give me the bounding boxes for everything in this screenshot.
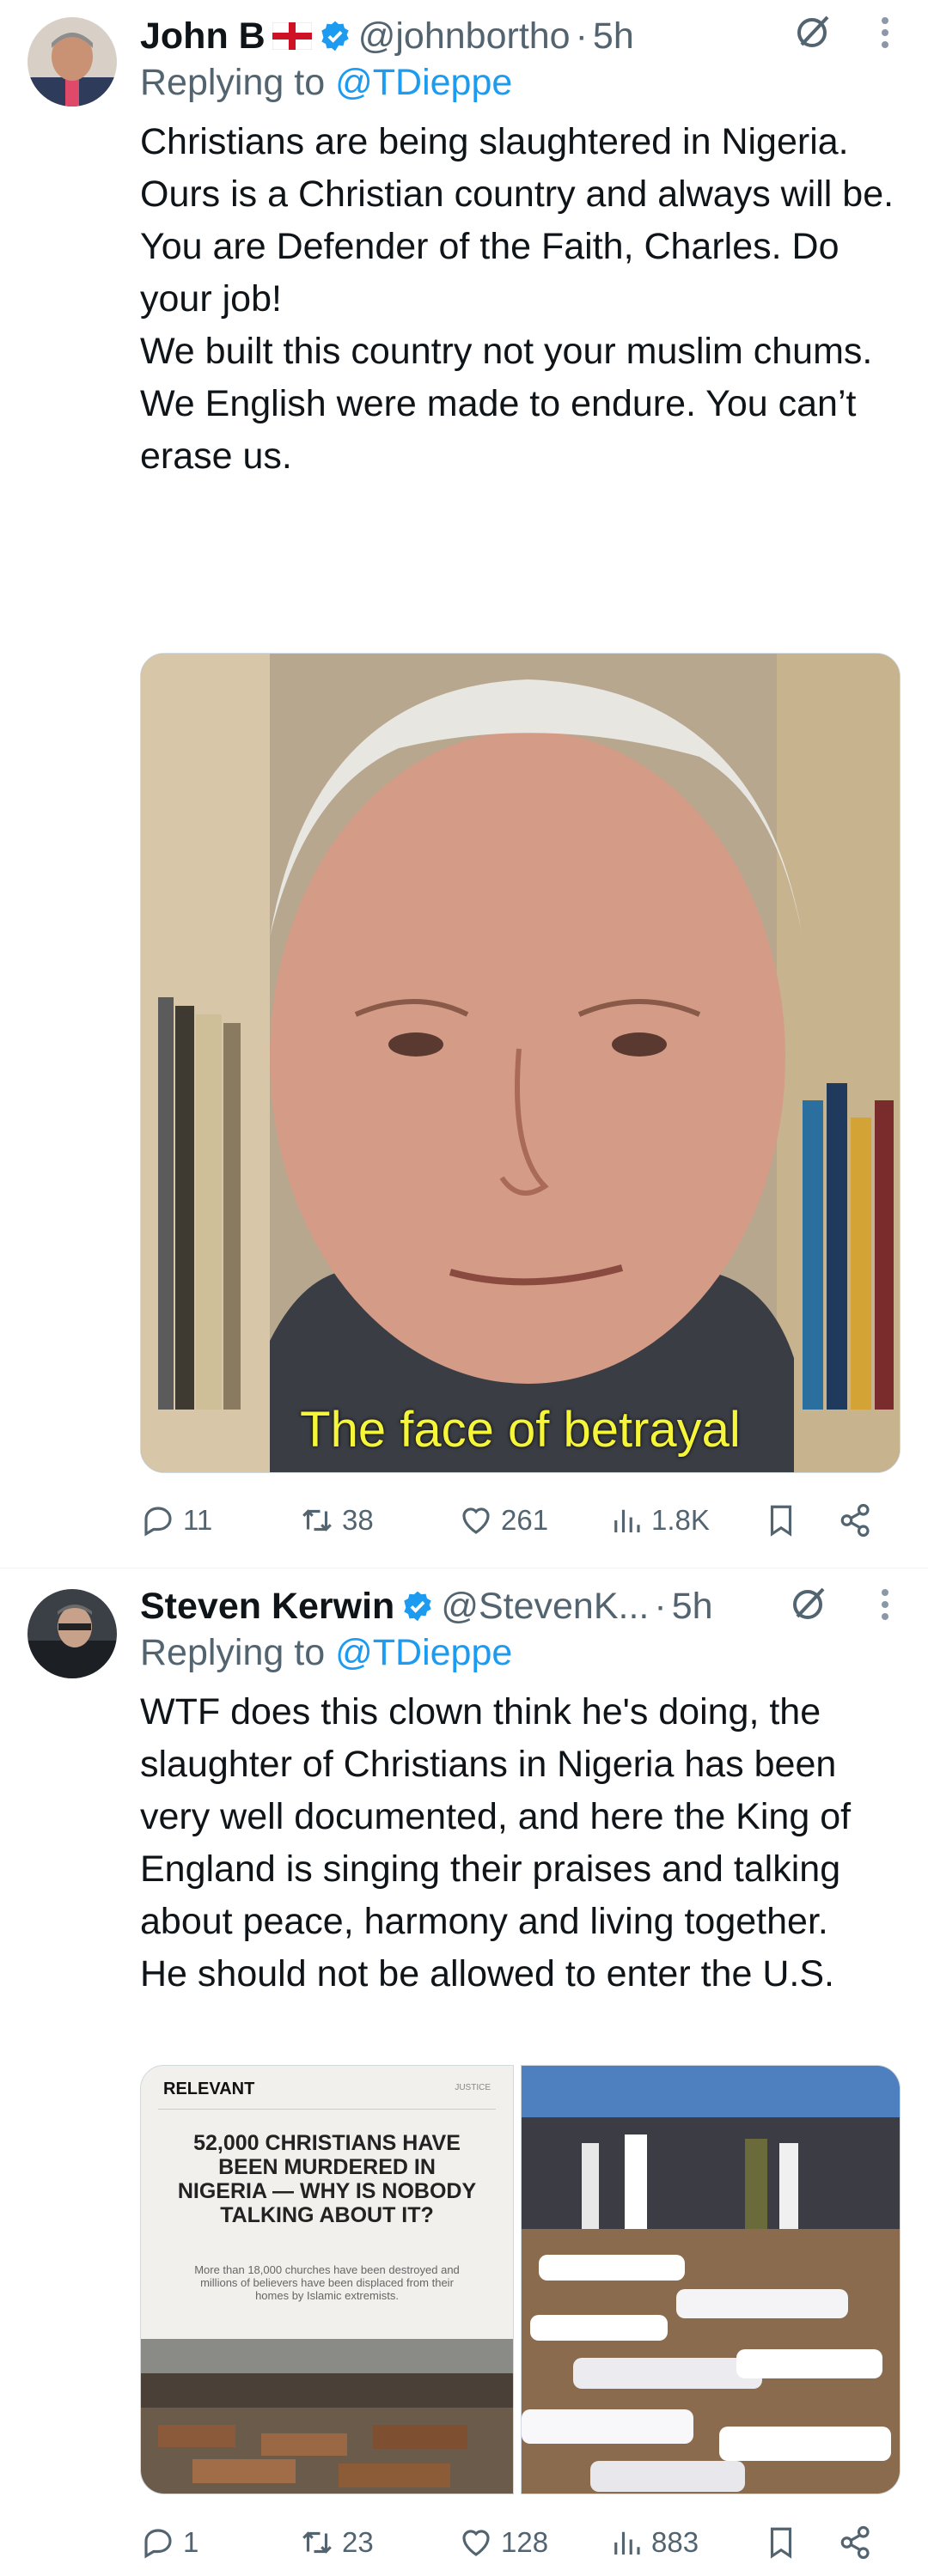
reply-button[interactable]: 11 <box>140 1495 212 1546</box>
tweet-line: He should not be allowed to enter the U.… <box>140 1953 834 1994</box>
reply-count: 1 <box>183 2526 199 2558</box>
share-button[interactable] <box>838 2517 881 2568</box>
repost-button[interactable]: 23 <box>299 2517 374 2568</box>
share-icon <box>840 2525 870 2560</box>
grok-icon[interactable] <box>789 1582 830 1623</box>
repost-button[interactable]: 38 <box>299 1495 374 1546</box>
replying-to-handle[interactable]: @TDieppe <box>335 62 512 103</box>
video-frame <box>141 654 900 1472</box>
more-icon[interactable] <box>876 12 894 53</box>
replying-to: Replying to @TDieppe <box>140 62 512 104</box>
views-button[interactable]: 883 <box>608 2517 699 2568</box>
replying-prefix: Replying to <box>140 62 326 103</box>
repost-icon <box>302 2531 332 2554</box>
grok-icon[interactable] <box>793 10 834 52</box>
tweet-actions: 11 38 261 1.8K <box>140 1495 896 1546</box>
crowd-photo <box>141 2339 513 2494</box>
share-button[interactable] <box>838 1495 881 1546</box>
author-handle[interactable]: @StevenK... <box>441 1586 649 1628</box>
tweet-line: We built this country not your muslim ch… <box>140 331 873 372</box>
views-button[interactable]: 1.8K <box>608 1495 710 1546</box>
image-corner-label: JUSTICE <box>455 2083 491 2092</box>
tweet-text: Christians are being slaughtered in Nige… <box>140 116 913 483</box>
avatar-image <box>27 1589 117 1678</box>
author-name[interactable]: John B <box>140 15 266 58</box>
image-subtext: More than 18,000 churches have been dest… <box>194 2263 460 2302</box>
tweet-image-right[interactable] <box>521 2065 901 2494</box>
timestamp[interactable]: 5h <box>672 1586 713 1628</box>
like-button[interactable]: 261 <box>458 1495 548 1546</box>
video-caption: The face of betrayal <box>300 1402 741 1458</box>
tweet[interactable]: John B @johnbortho · 5h Replying to @TDi… <box>0 0 928 1563</box>
image-headline: 52,000 CHRISTIANS HAVE BEEN MURDERED IN … <box>177 2131 477 2227</box>
more-icon[interactable] <box>876 1584 894 1625</box>
like-button[interactable]: 128 <box>458 2517 548 2568</box>
bookmark-icon <box>770 1505 792 1537</box>
verified-badge-icon <box>321 21 349 52</box>
avatar[interactable] <box>27 1589 117 1678</box>
views-count: 883 <box>651 2526 699 2558</box>
verified-badge-icon <box>404 1591 432 1622</box>
reply-button[interactable]: 1 <box>140 2517 198 2568</box>
avatar[interactable] <box>27 17 117 107</box>
tweet-text: WTF does this clown think he's doing, th… <box>140 1686 913 2001</box>
tweet-line: Christians are being slaughtered in Nige… <box>140 121 849 162</box>
like-icon <box>462 1507 490 1534</box>
views-count: 1.8K <box>651 1504 710 1536</box>
burial-photo <box>522 2066 900 2494</box>
separator-dot: · <box>575 15 588 57</box>
replying-to: Replying to @TDieppe <box>140 1632 512 1674</box>
replying-prefix: Replying to <box>140 1632 326 1673</box>
bookmark-button[interactable] <box>763 1495 806 1546</box>
tweet-actions: 1 23 128 883 <box>140 2517 896 2568</box>
england-flag-icon <box>272 22 312 50</box>
like-icon <box>462 2530 490 2556</box>
bookmark-button[interactable] <box>763 2517 806 2568</box>
tweet-line: You are Defender of the Faith, Charles. … <box>140 226 850 320</box>
views-icon <box>614 2531 640 2555</box>
tweet-line: We English were made to endure. You can’… <box>140 383 867 477</box>
reply-icon <box>144 2529 172 2559</box>
tweet-line: WTF does this clown think he's doing, th… <box>140 1691 862 1942</box>
tweet[interactable]: Steven Kerwin @StevenK... · 5h Replying … <box>0 1570 928 2576</box>
replying-to-handle[interactable]: @TDieppe <box>335 1632 512 1673</box>
timestamp[interactable]: 5h <box>593 15 634 58</box>
bookmark-icon <box>770 2527 792 2559</box>
repost-count: 23 <box>342 2526 374 2558</box>
separator-dot: · <box>654 1585 667 1627</box>
reply-count: 11 <box>183 1504 213 1536</box>
reply-icon <box>144 1507 172 1537</box>
author-handle[interactable]: @johnbortho <box>358 15 571 58</box>
views-icon <box>614 1509 640 1532</box>
tweet-image-left[interactable]: RELEVANT JUSTICE 52,000 CHRISTIANS HAVE … <box>140 2065 514 2494</box>
image-rule <box>158 2109 496 2110</box>
repost-icon <box>302 1509 332 1532</box>
like-count: 261 <box>501 1504 549 1536</box>
tweet-line: Ours is a Christian country and always w… <box>140 174 894 215</box>
tweet-video[interactable]: The face of betrayal <box>140 653 901 1473</box>
like-count: 128 <box>501 2526 549 2558</box>
repost-count: 38 <box>342 1504 374 1536</box>
avatar-image <box>27 17 117 107</box>
share-icon <box>840 1503 870 1538</box>
author-name[interactable]: Steven Kerwin <box>140 1586 394 1628</box>
image-brand: RELEVANT <box>163 2080 255 2098</box>
